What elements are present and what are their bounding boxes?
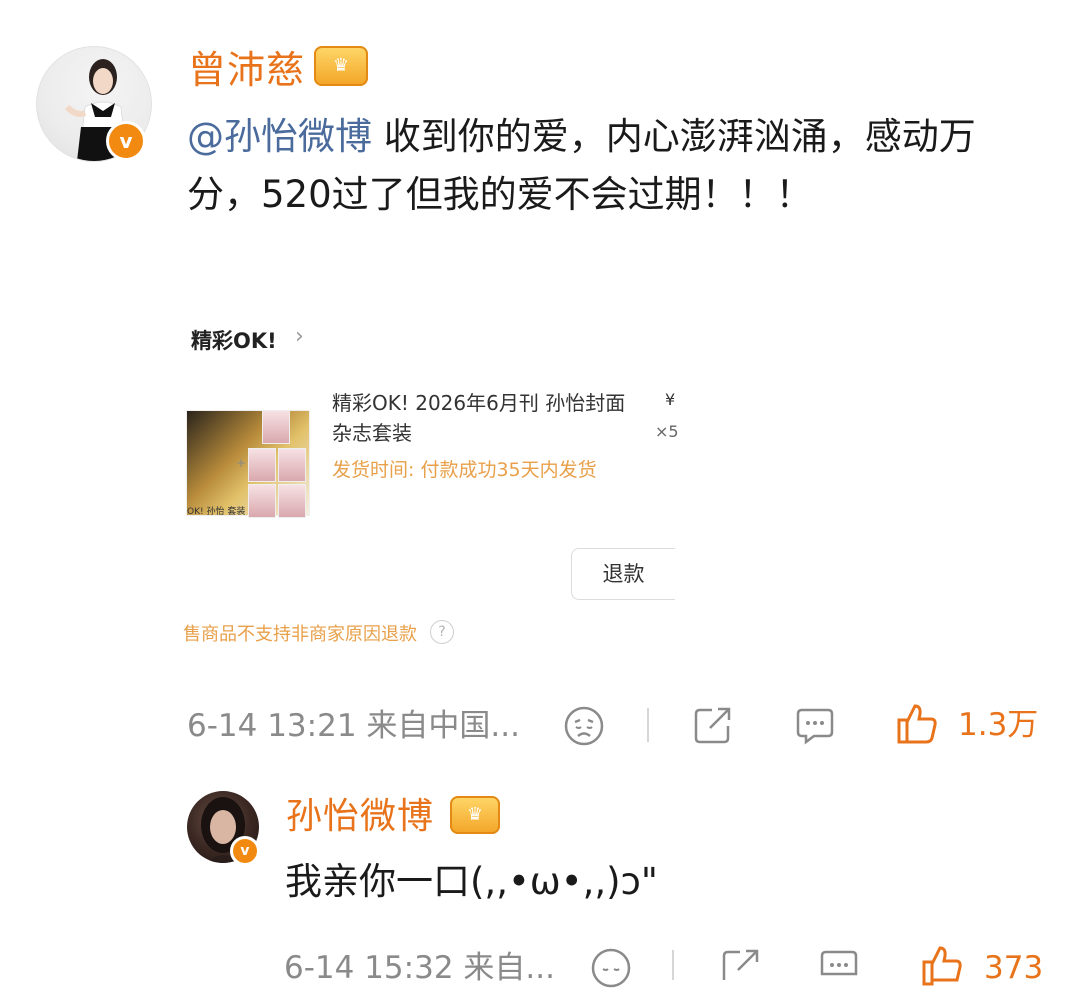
product-name[interactable]: 精彩OK! 2026年6月刊 孙怡封面杂志套装: [332, 388, 632, 448]
post-body: @孙怡微博 收到你的爱，内心澎湃汹涌，感动万分，520过了但我的爱不会过期！！！: [187, 108, 1007, 224]
product-thumb: [248, 484, 276, 518]
thumbs-up-icon[interactable]: [895, 702, 939, 746]
reply-author-name[interactable]: 孙怡微博: [286, 793, 434, 841]
like-count[interactable]: 1.3万: [958, 703, 1038, 747]
reply-text: 我亲你一口(,,•ω•,,)ɔ": [285, 860, 658, 903]
quantity-fragment: ×5: [655, 422, 679, 441]
verified-badge-icon: v: [106, 121, 146, 161]
price-fragment: ¥: [665, 390, 676, 409]
product-thumb: [248, 448, 276, 482]
product-thumb: [278, 448, 306, 482]
mention-link[interactable]: @孙怡微博: [187, 115, 372, 158]
product-thumb: [262, 410, 290, 444]
chevron-right-icon[interactable]: ›: [295, 324, 304, 349]
product-thumb: [278, 484, 306, 518]
reply-meta: 6-14 15:32 来自...: [284, 950, 555, 986]
like-count[interactable]: 373: [984, 946, 1043, 990]
shipping-info: 发货时间: 付款成功35天内发货: [332, 459, 597, 481]
help-icon[interactable]: ?: [430, 620, 454, 644]
refund-button[interactable]: 退款: [571, 548, 675, 600]
dislike-face-icon[interactable]: [563, 705, 605, 747]
crown-badge-icon: ♛: [314, 46, 368, 86]
refund-notice: 售商品不支持非商家原因退款: [183, 624, 417, 645]
crown-badge-icon: ♛: [450, 796, 500, 834]
shop-title[interactable]: 精彩OK!: [191, 325, 277, 355]
post-author-name[interactable]: 曾沛慈: [188, 44, 305, 96]
dislike-face-icon[interactable]: [590, 947, 632, 989]
product-caption: OK! 孙怡 套装: [187, 507, 246, 517]
comment-icon[interactable]: [794, 704, 836, 746]
post-meta: 6-14 13:21 来自中国...: [187, 708, 520, 744]
comment-icon[interactable]: [818, 946, 860, 988]
share-icon[interactable]: [692, 704, 734, 746]
divider: [647, 708, 649, 742]
thumbs-up-icon[interactable]: [920, 944, 964, 988]
verified-badge-icon: v: [230, 836, 260, 866]
plus-icon: +: [236, 456, 247, 470]
share-icon[interactable]: [720, 946, 762, 988]
divider: [672, 950, 674, 980]
